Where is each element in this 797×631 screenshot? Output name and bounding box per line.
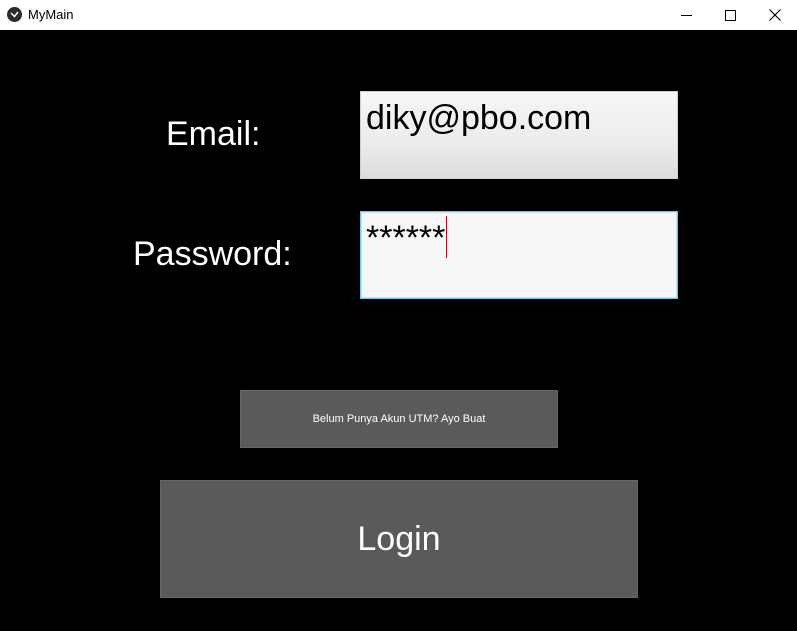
email-value: diky@pbo.com: [366, 99, 592, 137]
close-icon: [769, 9, 781, 21]
title-bar: MyMain: [0, 0, 797, 30]
email-field[interactable]: diky@pbo.com: [360, 91, 678, 179]
email-label: Email:: [166, 115, 261, 153]
minimize-button[interactable]: [663, 0, 709, 30]
close-button[interactable]: [752, 0, 797, 30]
app-window: MyMain Email: diky@pbo.com Password: ***…: [0, 0, 797, 631]
text-caret: [446, 216, 448, 258]
create-account-button[interactable]: Belum Punya Akun UTM? Ayo Buat: [240, 390, 558, 448]
window-title: MyMain: [28, 7, 74, 22]
maximize-button[interactable]: [707, 0, 753, 30]
maximize-icon: [724, 9, 736, 21]
minimize-icon: [680, 14, 692, 16]
login-button[interactable]: Login: [160, 480, 638, 598]
password-label: Password:: [133, 235, 292, 273]
password-value: ******: [366, 219, 446, 257]
password-field[interactable]: ******: [360, 211, 678, 299]
app-logo-icon: [7, 7, 22, 22]
